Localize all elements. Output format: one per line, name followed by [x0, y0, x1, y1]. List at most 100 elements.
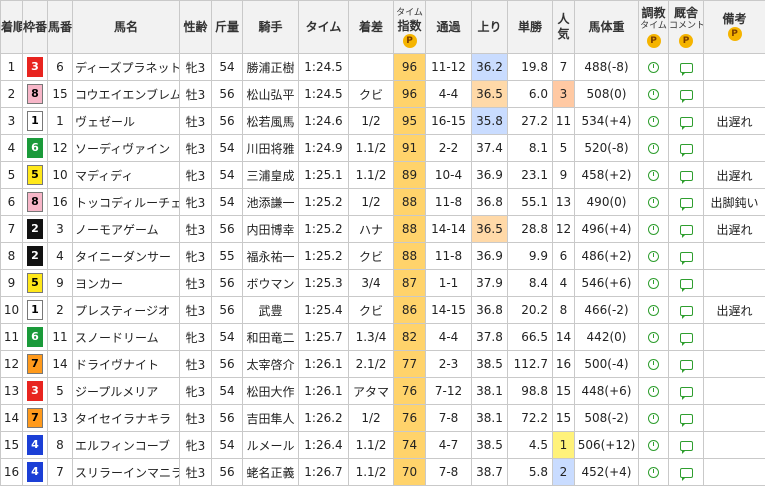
clock-icon[interactable] — [648, 386, 659, 397]
stable-comment-cell[interactable] — [668, 323, 704, 351]
stable-comment-cell[interactable] — [668, 431, 704, 459]
header-body-weight[interactable]: 馬体重 — [574, 0, 639, 54]
jockey-link[interactable]: 池添謙一 — [242, 188, 299, 216]
header-jockey[interactable]: 騎手 — [242, 0, 299, 54]
stable-comment-cell[interactable] — [668, 242, 704, 270]
horse-name-link[interactable]: エルフィンコーブ — [72, 431, 180, 459]
stable-comment-cell[interactable] — [668, 134, 704, 162]
comment-icon[interactable] — [679, 89, 693, 103]
training-time-cell[interactable] — [638, 269, 669, 297]
clock-icon[interactable] — [648, 413, 659, 424]
training-time-cell[interactable] — [638, 377, 669, 405]
jockey-link[interactable]: 武豊 — [242, 296, 299, 324]
stable-comment-cell[interactable] — [668, 296, 704, 324]
training-time-cell[interactable] — [638, 296, 669, 324]
header-rank[interactable]: 着順 — [0, 0, 23, 54]
header-odds[interactable]: 単勝 — [507, 0, 553, 54]
comment-icon[interactable] — [679, 170, 693, 184]
jockey-link[interactable]: 吉田隼人 — [242, 404, 299, 432]
training-time-cell[interactable] — [638, 242, 669, 270]
header-sex-age[interactable]: 性齢 — [179, 0, 212, 54]
clock-icon[interactable] — [648, 62, 659, 73]
jockey-link[interactable]: 松田大作 — [242, 377, 299, 405]
comment-icon[interactable] — [679, 278, 693, 292]
jockey-link[interactable]: ボウマン — [242, 269, 299, 297]
header-remarks[interactable]: 備考 P — [703, 0, 765, 54]
jockey-link[interactable]: 和田竜二 — [242, 323, 299, 351]
clock-icon[interactable] — [648, 224, 659, 235]
training-time-cell[interactable] — [638, 134, 669, 162]
stable-comment-cell[interactable] — [668, 80, 704, 108]
training-time-cell[interactable] — [638, 431, 669, 459]
header-margin[interactable]: 着差 — [348, 0, 394, 54]
clock-icon[interactable] — [648, 116, 659, 127]
stable-comment-cell[interactable] — [668, 215, 704, 243]
training-time-cell[interactable] — [638, 80, 669, 108]
clock-icon[interactable] — [648, 467, 659, 478]
jockey-link[interactable]: ルメール — [242, 431, 299, 459]
stable-comment-cell[interactable] — [668, 53, 704, 81]
training-time-cell[interactable] — [638, 161, 669, 189]
header-weight[interactable]: 斤量 — [211, 0, 243, 54]
header-time-index[interactable]: タイム 指数 P — [393, 0, 426, 54]
comment-icon[interactable] — [679, 359, 693, 373]
clock-icon[interactable] — [648, 278, 659, 289]
stable-comment-cell[interactable] — [668, 188, 704, 216]
clock-icon[interactable] — [648, 251, 659, 262]
comment-icon[interactable] — [679, 413, 693, 427]
jockey-link[interactable]: 勝浦正樹 — [242, 53, 299, 81]
comment-icon[interactable] — [679, 197, 693, 211]
comment-icon[interactable] — [679, 62, 693, 76]
header-stable-comment[interactable]: 厩舎 コメント P — [668, 0, 704, 54]
jockey-link[interactable]: 三浦皇成 — [242, 161, 299, 189]
horse-name-link[interactable]: タイニーダンサー — [72, 242, 180, 270]
jockey-link[interactable]: 松山弘平 — [242, 80, 299, 108]
jockey-link[interactable]: 川田将雅 — [242, 134, 299, 162]
stable-comment-cell[interactable] — [668, 269, 704, 297]
clock-icon[interactable] — [648, 332, 659, 343]
horse-name-link[interactable]: コウエイエンブレム — [72, 80, 180, 108]
horse-name-link[interactable]: スノードリーム — [72, 323, 180, 351]
training-time-cell[interactable] — [638, 458, 669, 486]
jockey-link[interactable]: 太宰啓介 — [242, 350, 299, 378]
clock-icon[interactable] — [648, 170, 659, 181]
stable-comment-cell[interactable] — [668, 404, 704, 432]
header-time[interactable]: タイム — [298, 0, 349, 54]
header-horse-name[interactable]: 馬名 — [72, 0, 180, 54]
comment-icon[interactable] — [679, 251, 693, 265]
training-time-cell[interactable] — [638, 350, 669, 378]
header-waku[interactable]: 枠番 — [22, 0, 48, 54]
horse-name-link[interactable]: マディディ — [72, 161, 180, 189]
stable-comment-cell[interactable] — [668, 377, 704, 405]
horse-name-link[interactable]: ソーディヴァイン — [72, 134, 180, 162]
comment-icon[interactable] — [679, 332, 693, 346]
header-agari[interactable]: 上り — [471, 0, 508, 54]
horse-name-link[interactable]: ノーモアゲーム — [72, 215, 180, 243]
header-umaban[interactable]: 馬番 — [47, 0, 73, 54]
stable-comment-cell[interactable] — [668, 458, 704, 486]
comment-icon[interactable] — [679, 116, 693, 130]
training-time-cell[interactable] — [638, 323, 669, 351]
stable-comment-cell[interactable] — [668, 161, 704, 189]
horse-name-link[interactable]: ヴェゼール — [72, 107, 180, 135]
comment-icon[interactable] — [679, 305, 693, 319]
horse-name-link[interactable]: トッコディルーチェ — [72, 188, 180, 216]
horse-name-link[interactable]: ジープルメリア — [72, 377, 180, 405]
comment-icon[interactable] — [679, 386, 693, 400]
jockey-link[interactable]: 内田博幸 — [242, 215, 299, 243]
clock-icon[interactable] — [648, 89, 659, 100]
comment-icon[interactable] — [679, 440, 693, 454]
training-time-cell[interactable] — [638, 215, 669, 243]
training-time-cell[interactable] — [638, 188, 669, 216]
training-time-cell[interactable] — [638, 53, 669, 81]
clock-icon[interactable] — [648, 359, 659, 370]
clock-icon[interactable] — [648, 197, 659, 208]
clock-icon[interactable] — [648, 143, 659, 154]
clock-icon[interactable] — [648, 305, 659, 316]
clock-icon[interactable] — [648, 440, 659, 451]
header-popularity[interactable]: 人気 — [552, 0, 575, 54]
jockey-link[interactable]: 福永祐一 — [242, 242, 299, 270]
horse-name-link[interactable]: プレスティージオ — [72, 296, 180, 324]
stable-comment-cell[interactable] — [668, 107, 704, 135]
horse-name-link[interactable]: ドライヴナイト — [72, 350, 180, 378]
